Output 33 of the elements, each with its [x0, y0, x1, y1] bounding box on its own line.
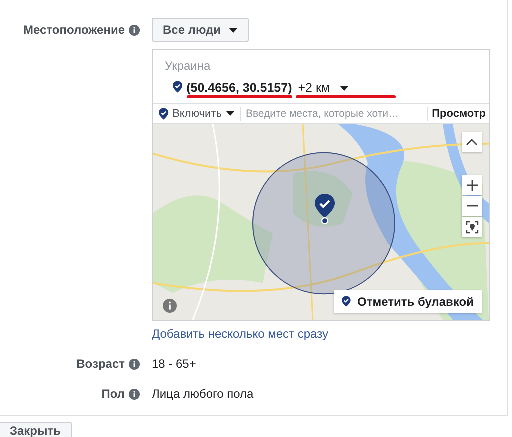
country-label: Украина [165, 59, 212, 73]
info-icon[interactable] [129, 24, 140, 36]
field-value: 18 - 65+ [152, 357, 198, 371]
browse-button[interactable]: Просмотр [428, 108, 489, 120]
pin-coordinates: (50.4656, 30.5157) [186, 81, 292, 95]
field-value: Лица любого пола [152, 387, 255, 401]
pin-icon [173, 81, 183, 93]
info-icon[interactable] [129, 358, 140, 370]
locate-button[interactable] [462, 217, 482, 237]
info-icon[interactable] [163, 299, 177, 313]
info-icon[interactable] [129, 388, 140, 400]
include-dropdown[interactable]: Включить [159, 104, 240, 122]
collapse-button[interactable] [462, 132, 482, 152]
zoom-in-button[interactable] [462, 175, 482, 195]
audience-dropdown[interactable]: Все люди [152, 18, 250, 42]
field-label: Возраст [76, 357, 125, 371]
location-search-field[interactable]: Введите места, которые хоти… [240, 108, 428, 120]
caret-icon [226, 111, 235, 116]
locate-icon [466, 220, 478, 234]
caret-icon [340, 86, 350, 90]
chevron-up-icon [466, 138, 478, 146]
plus-icon [466, 180, 478, 190]
drop-pin-button[interactable]: Отметить булавкой [334, 290, 482, 313]
map-pin-icon[interactable] [315, 194, 335, 226]
pin-icon [159, 108, 169, 120]
minus-icon [466, 205, 478, 207]
zoom-out-button[interactable] [462, 196, 482, 216]
field-label: Местоположение [24, 23, 125, 37]
field-label: Пол [102, 387, 125, 401]
radius-dropdown[interactable]: +2 км [296, 81, 396, 95]
pin-icon [342, 296, 351, 307]
bulk-add-link[interactable]: Добавить несколько мест сразу [152, 327, 328, 341]
caret-icon [229, 28, 238, 32]
